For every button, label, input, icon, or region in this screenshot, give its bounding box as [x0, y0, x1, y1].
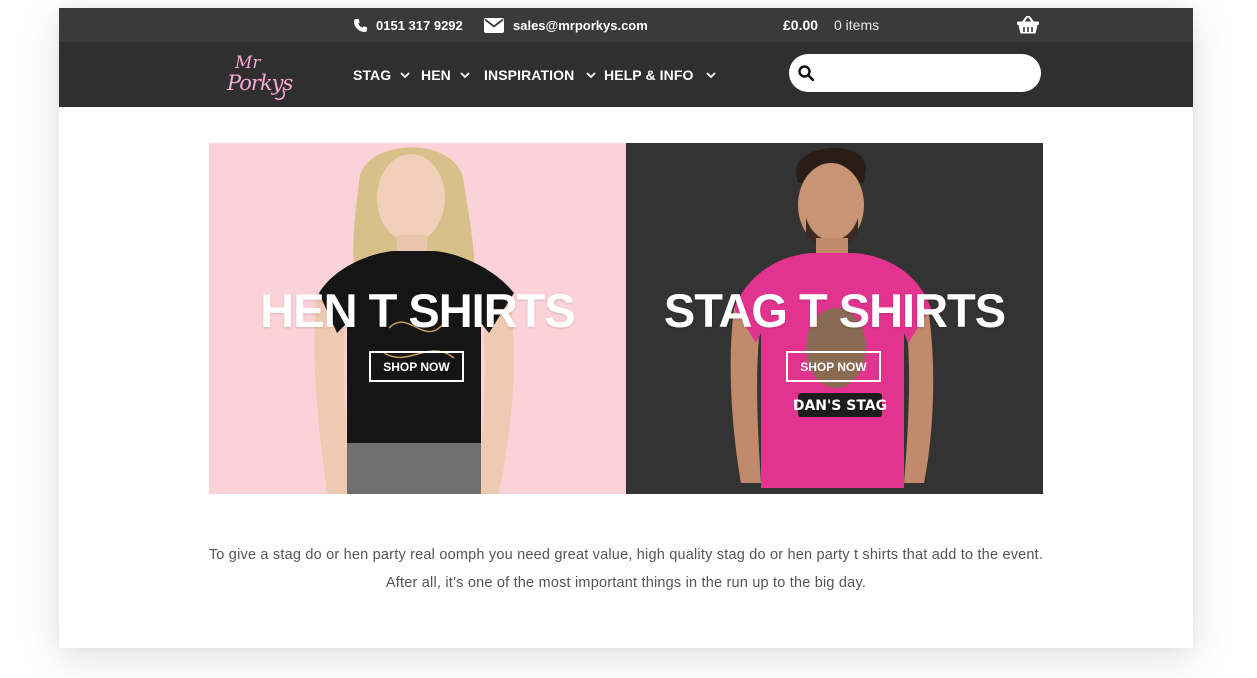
search-icon[interactable] — [798, 65, 814, 81]
search-box[interactable] — [789, 54, 1041, 92]
nav-stag-label: STAG — [353, 66, 392, 83]
intro-line-1: To give a stag do or hen party real oomp… — [208, 547, 1044, 563]
chevron-down-icon — [460, 71, 470, 78]
main-navbar: Mr Porkys STAG HEN INSPIRATION HELP & IN… — [59, 42, 1193, 107]
nav-hen-label: HEN — [421, 66, 451, 83]
cart-item-count[interactable]: 0 items — [834, 8, 879, 42]
nav-stag[interactable]: STAG — [353, 42, 410, 107]
top-bar: 0151 317 9292 sales@mrporkys.com £0.00 0… — [59, 8, 1193, 42]
envelope-icon — [484, 17, 504, 33]
nav-inspiration[interactable]: INSPIRATION — [484, 42, 596, 107]
basket-icon — [1017, 16, 1039, 34]
search-input[interactable] — [822, 57, 1031, 89]
hen-tshirts-banner[interactable]: HEN T SHIRTS SHOP NOW — [209, 143, 626, 494]
hen-shop-now-button[interactable]: SHOP NOW — [369, 351, 464, 382]
email-link[interactable]: sales@mrporkys.com — [484, 8, 648, 42]
stag-banner-title: STAG T SHIRTS — [663, 284, 1006, 337]
hen-banner-title: HEN T SHIRTS — [260, 284, 575, 337]
logo-text-mr: Mr — [234, 53, 261, 73]
page-frame: 0151 317 9292 sales@mrporkys.com £0.00 0… — [59, 8, 1193, 648]
cart-total[interactable]: £0.00 — [783, 8, 818, 42]
phone-link[interactable]: 0151 317 9292 — [353, 8, 463, 42]
intro-text: To give a stag do or hen party real oomp… — [59, 541, 1193, 597]
nav-help-info-label: HELP & INFO — [604, 66, 694, 83]
chevron-down-icon — [705, 71, 716, 78]
chevron-down-icon — [400, 71, 410, 78]
stag-tshirts-banner[interactable]: DAN'S STAG STAG T SHIRTS SHOP NOW — [626, 143, 1043, 494]
nav-hen[interactable]: HEN — [421, 42, 470, 107]
intro-line-2: After all, it’s one of the most importan… — [385, 575, 867, 591]
email-address: sales@mrporkys.com — [513, 17, 648, 33]
site-logo[interactable]: Mr Porkys — [225, 50, 295, 102]
phone-icon — [353, 18, 368, 32]
nav-inspiration-label: INSPIRATION — [484, 66, 575, 83]
basket-button[interactable] — [1017, 8, 1039, 42]
stag-shirt-print: DAN'S STAG — [793, 398, 887, 414]
phone-number: 0151 317 9292 — [376, 17, 463, 33]
stag-shop-now-button[interactable]: SHOP NOW — [786, 351, 881, 382]
nav-help-info[interactable]: HELP & INFO — [604, 42, 716, 107]
chevron-down-icon — [586, 71, 596, 78]
